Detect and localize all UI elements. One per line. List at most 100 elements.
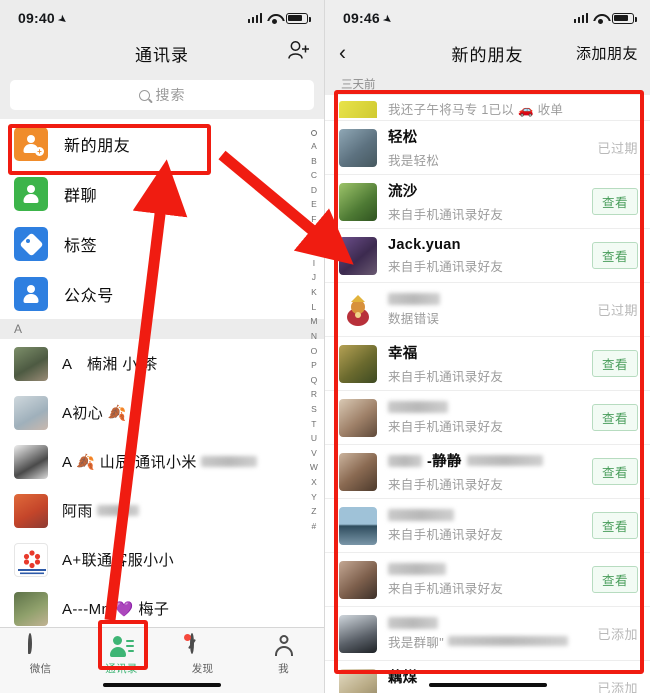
alpha-letter[interactable]: I bbox=[313, 256, 316, 271]
view-button[interactable]: 查看 bbox=[591, 566, 638, 593]
home-indicator bbox=[428, 682, 547, 687]
request-name-text: -静静 bbox=[427, 454, 462, 470]
contact-row[interactable]: A初心 🍂 bbox=[0, 388, 324, 437]
chat-bubble-icon bbox=[28, 633, 53, 658]
tab-label-discover: 发现 bbox=[191, 663, 214, 675]
chevron-left-icon[interactable]: ‹ bbox=[339, 43, 346, 64]
search-input[interactable]: 搜索 bbox=[10, 80, 314, 110]
contact-name-text: A 🍂 山辰 通讯小米 bbox=[62, 454, 197, 471]
alpha-letter[interactable]: K bbox=[311, 285, 317, 300]
request-row[interactable]: 来自手机通讯录好友 查看 bbox=[325, 553, 650, 607]
alpha-letter[interactable]: D bbox=[311, 183, 317, 198]
alpha-letter[interactable]: O bbox=[311, 344, 318, 359]
add-friend-svg bbox=[288, 41, 309, 59]
alpha-letter[interactable]: J bbox=[312, 270, 316, 285]
request-row[interactable]: 流沙 来自手机通讯录好友 查看 bbox=[325, 175, 650, 229]
request-row[interactable]: 来自手机通讯录好友 查看 bbox=[325, 391, 650, 445]
right-status-bar: 09:46➤ bbox=[325, 0, 650, 30]
request-info: Jack.yuan 来自手机通讯录好友 bbox=[388, 237, 592, 275]
contact-name: A 🍂 山辰 通讯小米 bbox=[62, 451, 257, 472]
view-button[interactable]: 查看 bbox=[591, 512, 638, 539]
avatar bbox=[339, 506, 377, 545]
request-row[interactable]: -静静 来自手机通讯录好友 查看 bbox=[325, 445, 650, 499]
alphabet-index[interactable]: A B C D E F G H I J K L M N O P Q R S T … bbox=[306, 130, 322, 533]
request-name bbox=[388, 562, 592, 575]
tag-glyph bbox=[18, 231, 44, 257]
view-button[interactable]: 查看 bbox=[591, 458, 638, 485]
request-info: -静静 来自手机通讯录好友 bbox=[388, 450, 592, 493]
request-row[interactable]: Jack.yuan 来自手机通讯录好友 查看 bbox=[325, 229, 650, 283]
avatar bbox=[339, 290, 377, 329]
request-subtitle: 我还子午将马专 1已以 🚗 收单 bbox=[388, 103, 564, 117]
contact-row[interactable]: A 楠湘 小 茶 bbox=[0, 339, 324, 388]
status-badge: 已过期 bbox=[597, 303, 638, 318]
request-row[interactable]: 藕煤 我是藕煤 已添加 bbox=[325, 661, 650, 693]
alpha-letter[interactable]: F bbox=[311, 212, 316, 227]
alpha-letter[interactable]: W bbox=[310, 460, 318, 475]
contact-row[interactable]: A 🍂 山辰 通讯小米 bbox=[0, 437, 324, 486]
contact-row[interactable]: 阿雨 bbox=[0, 486, 324, 535]
entry-tag[interactable]: 标签 bbox=[0, 219, 324, 269]
request-name: -静静 bbox=[388, 450, 592, 471]
blurred-name-suffix bbox=[466, 455, 543, 466]
alpha-letter[interactable]: H bbox=[311, 241, 317, 256]
contact-name: 阿雨 bbox=[62, 500, 139, 521]
alpha-letter[interactable]: C bbox=[311, 168, 317, 183]
view-button[interactable]: 查看 bbox=[591, 350, 638, 377]
friend-request-list: 我还子午将马专 1已以 🚗 收单 轻松 我是轻松 已过期 流沙 来自手机通讯录好… bbox=[325, 95, 650, 693]
alpha-letter[interactable]: R bbox=[311, 387, 317, 402]
request-subtitle: 数据错误 bbox=[388, 311, 440, 326]
alpha-letter[interactable]: L bbox=[312, 300, 317, 315]
alpha-letter[interactable]: N bbox=[311, 329, 317, 344]
alpha-letter[interactable]: # bbox=[312, 519, 317, 534]
alpha-letter[interactable]: X bbox=[311, 475, 317, 490]
contact-row[interactable]: A---Mn 💜 梅子 bbox=[0, 584, 324, 633]
alpha-letter[interactable]: G bbox=[311, 227, 318, 242]
request-subtitle: 我是群聊" bbox=[388, 632, 597, 651]
contact-row[interactable]: A+联通客服小小 bbox=[0, 535, 324, 584]
alpha-letter[interactable]: V bbox=[311, 446, 317, 461]
alpha-letter[interactable]: Z bbox=[311, 504, 316, 519]
left-phone-panel: 09:40➤ 通讯录 搜索 + 新的朋友 群聊 标签 公众号 A A 楠湘 小 … bbox=[0, 0, 325, 693]
request-row[interactable]: 我是群聊" 已添加 bbox=[325, 607, 650, 661]
tab-discover[interactable]: 发现 bbox=[162, 633, 243, 676]
avatar bbox=[339, 452, 377, 491]
request-row[interactable]: 幸福 来自手机通讯录好友 查看 bbox=[325, 337, 650, 391]
request-row[interactable]: 轻松 我是轻松 已过期 bbox=[325, 121, 650, 175]
alpha-letter[interactable]: Y bbox=[311, 490, 317, 505]
request-info: 数据错误 bbox=[388, 292, 597, 327]
avatar bbox=[14, 542, 48, 577]
contact-name: A初心 🍂 bbox=[62, 405, 127, 422]
request-row[interactable]: 数据错误 已过期 bbox=[325, 283, 650, 337]
view-button[interactable]: 查看 bbox=[591, 242, 638, 269]
tab-contacts[interactable]: 通讯录 bbox=[81, 635, 162, 676]
entry-new-friend[interactable]: + 新的朋友 bbox=[0, 119, 324, 169]
alpha-letter[interactable]: U bbox=[311, 431, 317, 446]
alpha-letter[interactable]: P bbox=[311, 358, 317, 373]
view-button[interactable]: 查看 bbox=[591, 188, 638, 215]
alpha-letter[interactable]: Q bbox=[311, 373, 318, 388]
alpha-letter[interactable]: M bbox=[310, 314, 317, 329]
request-row[interactable]: 我还子午将马专 1已以 🚗 收单 bbox=[325, 95, 650, 121]
alpha-letter[interactable]: S bbox=[311, 402, 317, 417]
tab-wechat[interactable]: 微信 bbox=[0, 633, 81, 676]
entry-group-chat[interactable]: 群聊 bbox=[0, 169, 324, 219]
alpha-letter[interactable]: T bbox=[311, 417, 316, 432]
entry-official-account[interactable]: 公众号 bbox=[0, 269, 324, 319]
add-friend-icon[interactable] bbox=[288, 41, 310, 66]
alpha-letter[interactable]: E bbox=[311, 197, 317, 212]
contact-name-text: 阿雨 bbox=[62, 503, 93, 520]
request-subtitle: 我是轻松 bbox=[388, 154, 440, 168]
alpha-letter[interactable]: B bbox=[311, 154, 317, 169]
request-info: 藕煤 我是藕煤 bbox=[388, 666, 597, 693]
status-badge: 已添加 bbox=[597, 627, 638, 642]
request-name bbox=[388, 508, 592, 521]
right-status-icons bbox=[573, 12, 637, 24]
request-name: 流沙 bbox=[388, 184, 418, 200]
alpha-letter[interactable]: A bbox=[311, 139, 317, 154]
add-friend-button[interactable]: 添加朋友 bbox=[576, 43, 638, 64]
tab-me[interactable]: 我 bbox=[243, 635, 324, 676]
request-row[interactable]: 来自手机通讯录好友 查看 bbox=[325, 499, 650, 553]
contact-name: A+联通客服小小 bbox=[62, 552, 174, 569]
view-button[interactable]: 查看 bbox=[591, 404, 638, 431]
